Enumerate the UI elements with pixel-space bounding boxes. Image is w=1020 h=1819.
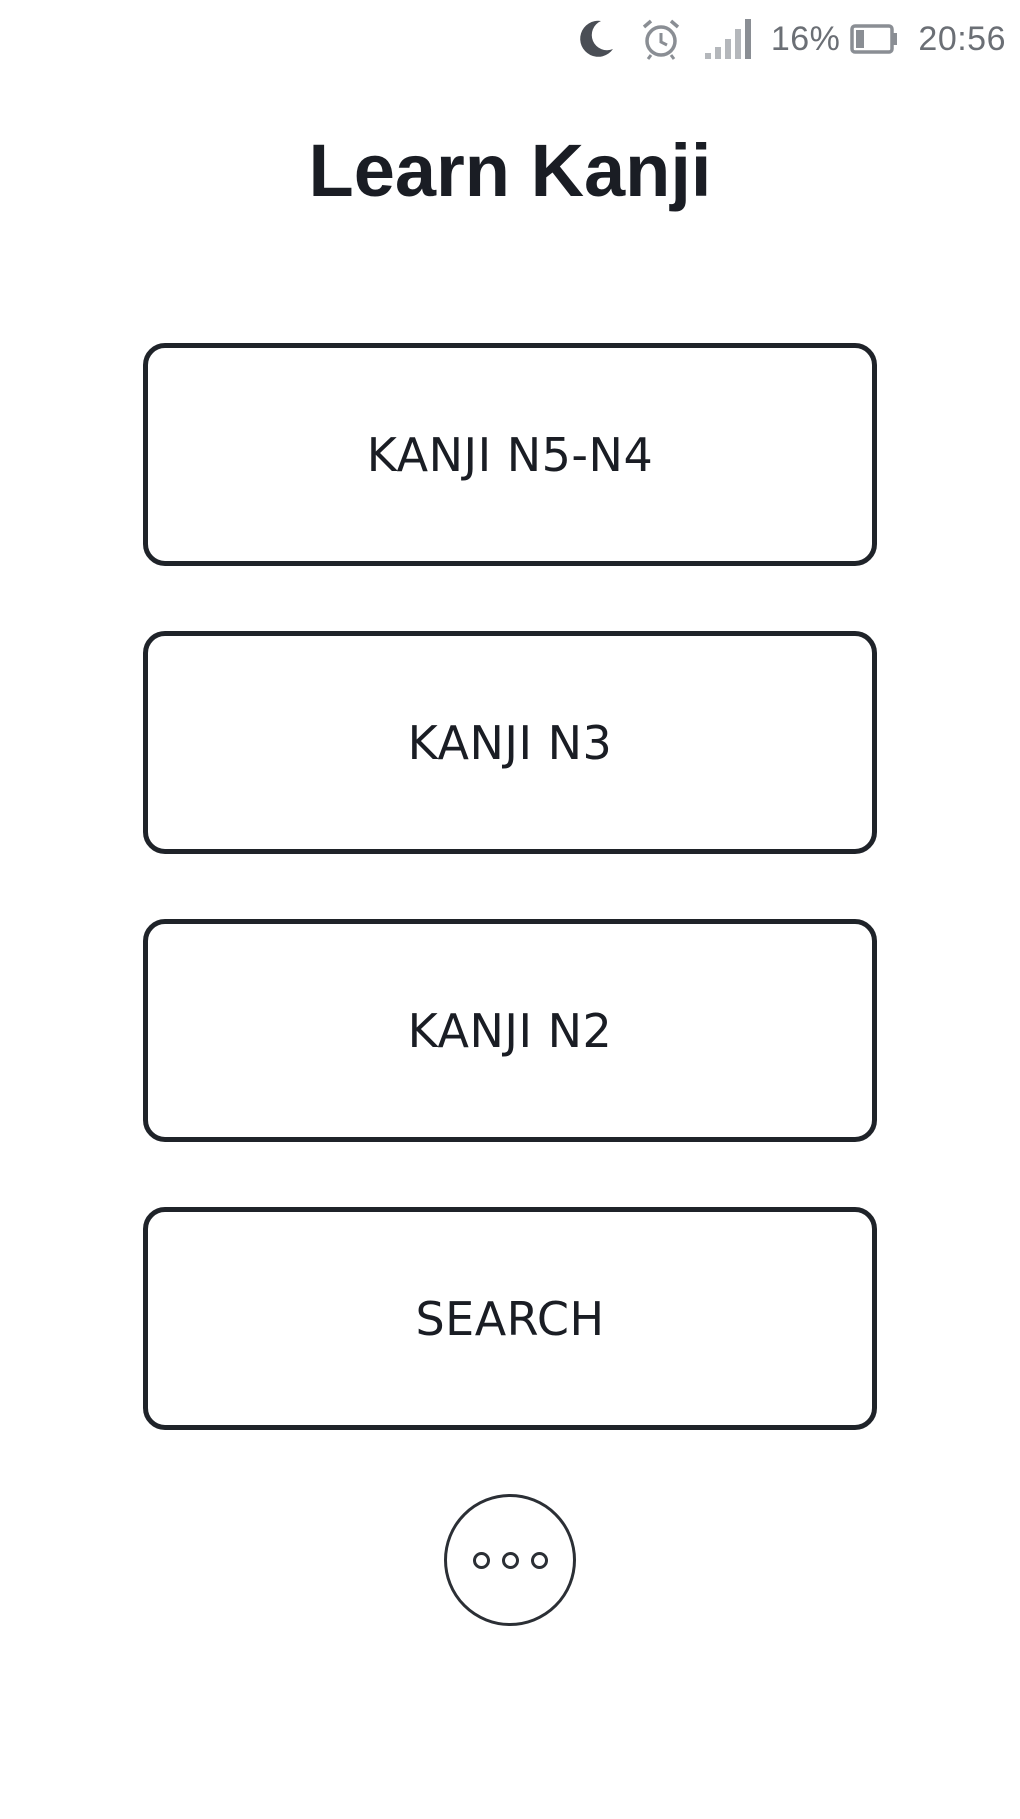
more-options-icon — [501, 1551, 519, 1569]
more-options-icon — [472, 1551, 490, 1569]
button-label: KANJI N2 — [407, 1003, 613, 1058]
alarm-icon — [637, 15, 685, 63]
more-options-button[interactable] — [444, 1494, 576, 1626]
kanji-n2-button[interactable]: KANJI N2 — [143, 919, 877, 1142]
moon-icon — [571, 15, 619, 63]
search-button[interactable]: SEARCH — [143, 1207, 877, 1430]
kanji-n3-button[interactable]: KANJI N3 — [143, 631, 877, 854]
clock-time: 20:56 — [918, 19, 1006, 58]
button-label: KANJI N5-N4 — [366, 427, 654, 482]
menu: KANJI N5-N4 KANJI N3 KANJI N2 SEARCH — [143, 343, 877, 1495]
page-title: Learn Kanji — [308, 129, 712, 212]
battery-icon — [850, 22, 900, 56]
button-label: KANJI N3 — [407, 715, 613, 770]
more-options-icon — [530, 1551, 548, 1569]
kanji-n5-n4-button[interactable]: KANJI N5-N4 — [143, 343, 877, 566]
button-label: SEARCH — [415, 1291, 605, 1346]
signal-icon — [703, 17, 753, 61]
battery-percentage: 16% — [770, 19, 841, 58]
status-bar: 16% 20:56 — [571, 10, 1006, 68]
